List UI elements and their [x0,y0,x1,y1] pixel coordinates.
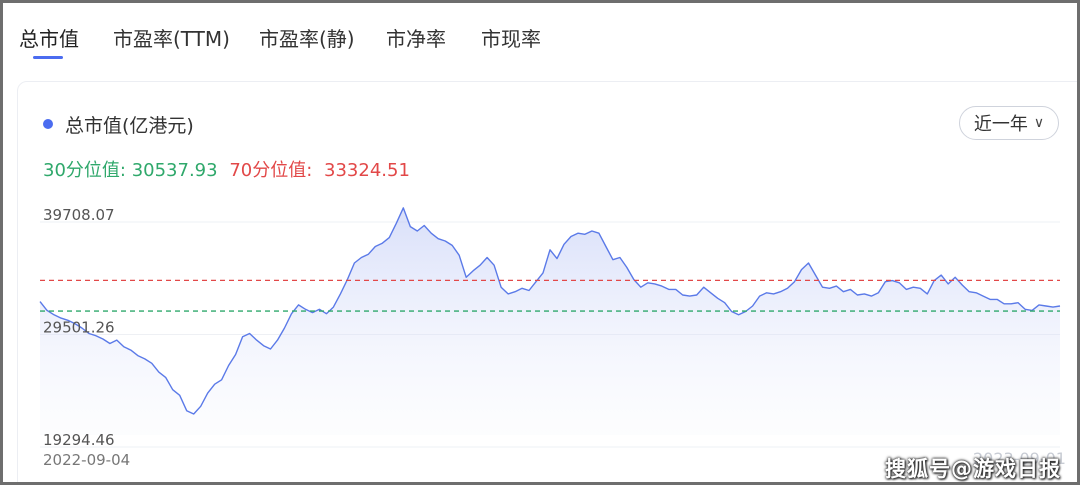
source-watermark: 搜狐号@游戏日报 [885,457,1061,481]
app-frame: 总市值 市盈率(TTM) 市盈率(静) 市净率 市现率 总市值(亿港元) 近一年… [0,0,1080,485]
series-area [40,207,1060,435]
y-tick-label: 39708.07 [43,206,115,224]
y-tick-label: 19294.46 [43,431,115,449]
y-tick-label: 29501.26 [43,319,115,337]
market-cap-chart[interactable]: 39708.07 29501.26 19294.46 2022-09-04 [3,3,1077,482]
x-tick-label: 2022-09-04 [43,451,130,469]
